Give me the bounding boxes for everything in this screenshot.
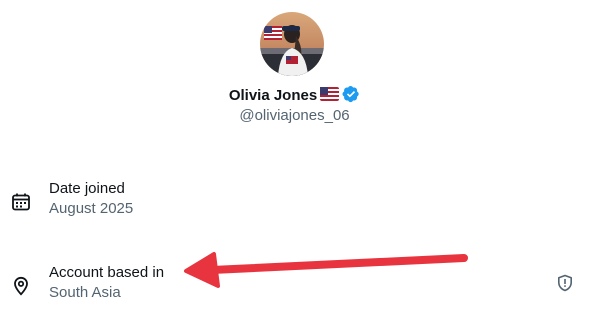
avatar[interactable] [260,12,324,76]
location-pin-icon [11,276,31,296]
verified-badge-icon[interactable] [342,85,360,108]
date-joined-row: Date joined August 2025 [0,179,589,223]
shield-info-icon[interactable] [556,274,574,292]
calendar-icon [11,192,31,212]
account-location-value: South Asia [49,284,121,301]
profile-handle: @oliviajones_06 [239,107,350,124]
date-joined-value: August 2025 [49,200,134,217]
account-location-row: Account based in South Asia [0,263,589,307]
account-location-label: Account based in [49,264,165,281]
date-joined-label: Date joined [49,180,125,197]
display-name[interactable]: Olivia Jones [229,86,317,106]
us-flag-icon [320,86,340,106]
profile-name-row: Olivia Jones [0,85,589,108]
avatar-image [260,12,324,76]
